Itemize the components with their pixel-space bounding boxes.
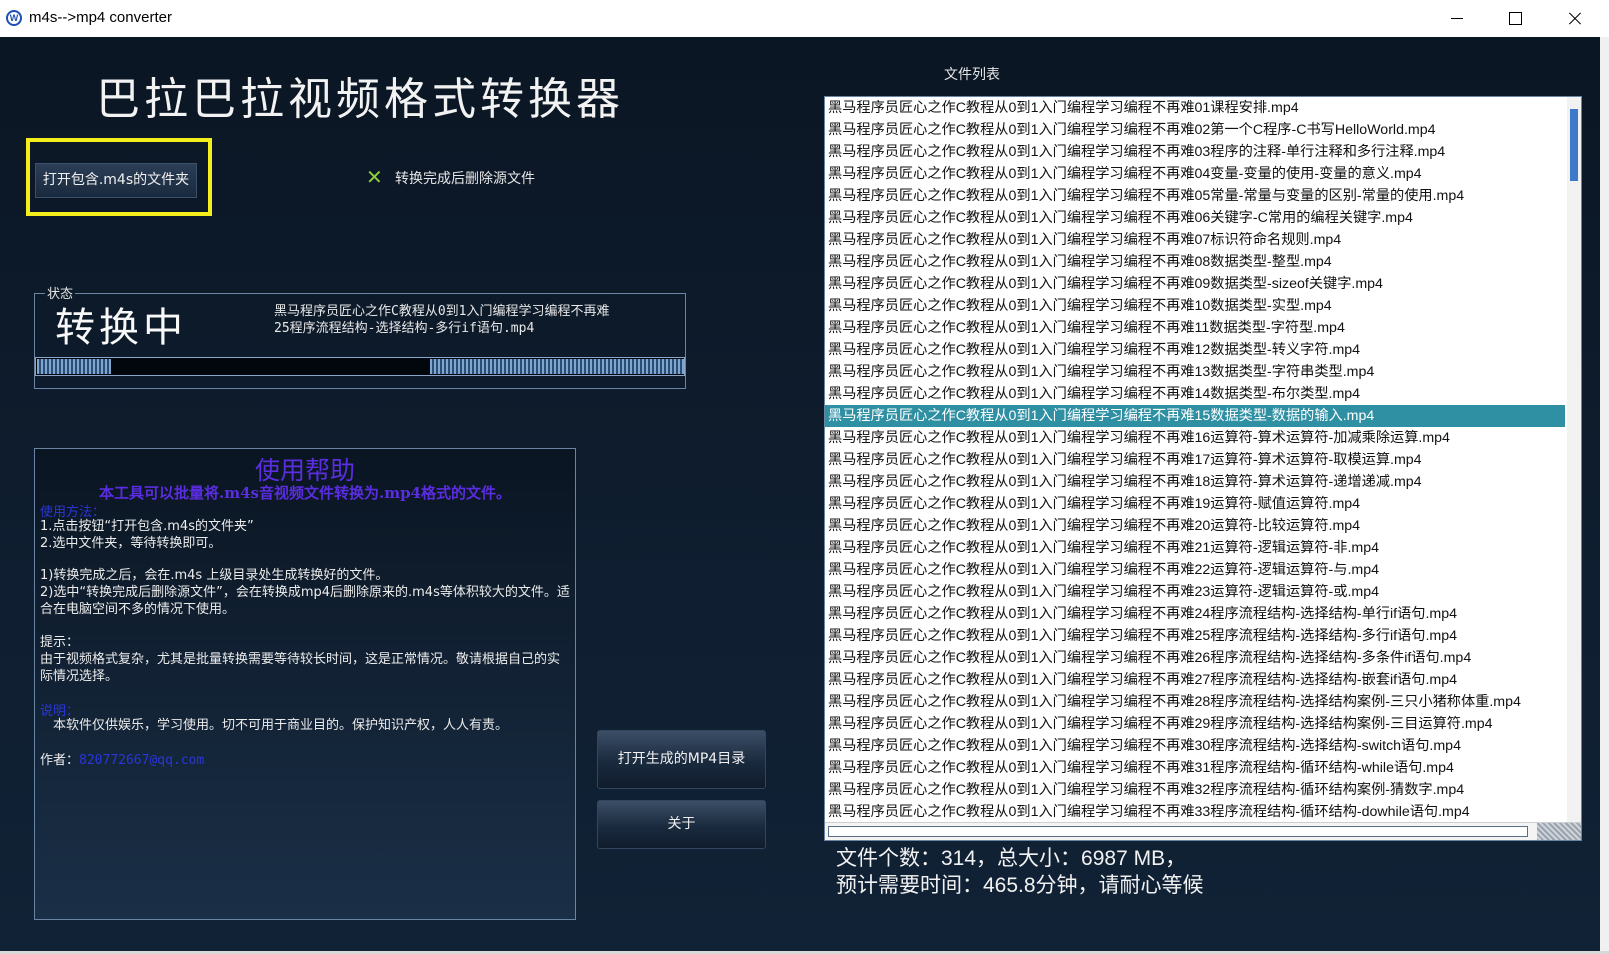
summary-line1: 文件个数：314，总大小：6987 MB， bbox=[836, 847, 1187, 870]
file-list-item[interactable]: 黑马程序员匠心之作C教程从0到1入门编程学习编程不再难29程序流程结构-选择结构… bbox=[825, 713, 1565, 735]
file-list-item[interactable]: 黑马程序员匠心之作C教程从0到1入门编程学习编程不再难04变量-变量的使用-变量… bbox=[825, 163, 1565, 185]
file-list-item[interactable]: 黑马程序员匠心之作C教程从0到1入门编程学习编程不再难01课程安排.mp4 bbox=[825, 97, 1565, 119]
file-list-item[interactable]: 黑马程序员匠心之作C教程从0到1入门编程学习编程不再难22运算符-逻辑运算符-与… bbox=[825, 559, 1565, 581]
file-list-item[interactable]: 黑马程序员匠心之作C教程从0到1入门编程学习编程不再难27程序流程结构-选择结构… bbox=[825, 669, 1565, 691]
file-list-item[interactable]: 黑马程序员匠心之作C教程从0到1入门编程学习编程不再难03程序的注释-单行注释和… bbox=[825, 141, 1565, 163]
help-tip-heading: 提示： bbox=[40, 635, 80, 650]
help-author-label: 作者： bbox=[40, 753, 80, 768]
progress-bar bbox=[35, 357, 685, 376]
file-list-item[interactable]: 黑马程序员匠心之作C教程从0到1入门编程学习编程不再难33程序流程结构-循环结构… bbox=[825, 801, 1565, 823]
app-title: 巴拉巴拉视频格式转换器 bbox=[96, 74, 624, 125]
file-list-item[interactable]: 黑马程序员匠心之作C教程从0到1入门编程学习编程不再难21运算符-逻辑运算符-非… bbox=[825, 537, 1565, 559]
vertical-scrollbar[interactable] bbox=[1567, 97, 1581, 840]
file-list-item[interactable]: 黑马程序员匠心之作C教程从0到1入门编程学习编程不再难28程序流程结构-选择结构… bbox=[825, 691, 1565, 713]
horizontal-scrollbar[interactable] bbox=[825, 822, 1581, 840]
file-list-item[interactable]: 黑马程序员匠心之作C教程从0到1入门编程学习编程不再难14数据类型-布尔类型.m… bbox=[825, 383, 1565, 405]
file-list-item[interactable]: 黑马程序员匠心之作C教程从0到1入门编程学习编程不再难13数据类型-字符串类型.… bbox=[825, 361, 1565, 383]
horizontal-scroll-thumb[interactable] bbox=[828, 826, 1528, 837]
vertical-scroll-thumb[interactable] bbox=[1570, 109, 1578, 181]
file-list-item[interactable]: 黑马程序员匠心之作C教程从0到1入门编程学习编程不再难20运算符-比较运算符.m… bbox=[825, 515, 1565, 537]
help-note1: 1)转换完成之后，会在.m4s 上级目录处生成转换好的文件。 bbox=[40, 568, 389, 583]
help-notice-text: 本软件仅供娱乐，学习使用。切不可用于商业目的。保护知识产权，人人有责。 bbox=[53, 718, 509, 733]
file-list-item[interactable]: 黑马程序员匠心之作C教程从0到1入门编程学习编程不再难06关键字-C常用的编程关… bbox=[825, 207, 1565, 229]
file-list-item[interactable]: 黑马程序员匠心之作C教程从0到1入门编程学习编程不再难11数据类型-字符型.mp… bbox=[825, 317, 1565, 339]
summary-line2: 预计需要时间：465.8分钟，请耐心等候 bbox=[836, 874, 1204, 897]
file-list-item[interactable]: 黑马程序员匠心之作C教程从0到1入门编程学习编程不再难23运算符-逻辑运算符-或… bbox=[825, 581, 1565, 603]
help-subtitle: 本工具可以批量将.m4s音视频文件转换为.mp4格式的文件。 bbox=[99, 484, 511, 502]
about-button[interactable]: 关于 bbox=[597, 800, 766, 849]
file-list-item[interactable]: 黑马程序员匠心之作C教程从0到1入门编程学习编程不再难02第一个C程序-C书写H… bbox=[825, 119, 1565, 141]
file-list-item[interactable]: 黑马程序员匠心之作C教程从0到1入门编程学习编程不再难08数据类型-整型.mp4 bbox=[825, 251, 1565, 273]
maximize-button[interactable] bbox=[1486, 0, 1544, 37]
window-titlebar: W m4s-->mp4 converter bbox=[0, 0, 1609, 37]
file-list-item[interactable]: 黑马程序员匠心之作C教程从0到1入门编程学习编程不再难19运算符-赋值运算符.m… bbox=[825, 493, 1565, 515]
open-mp4-dir-button[interactable]: 打开生成的MP4目录 bbox=[597, 730, 766, 789]
file-list-item[interactable]: 黑马程序员匠心之作C教程从0到1入门编程学习编程不再难30程序流程结构-选择结构… bbox=[825, 735, 1565, 757]
progress-segment-right bbox=[430, 359, 684, 374]
minimize-button[interactable] bbox=[1428, 0, 1486, 37]
file-list-item[interactable]: 黑马程序员匠心之作C教程从0到1入门编程学习编程不再难24程序流程结构-选择结构… bbox=[825, 603, 1565, 625]
file-list-label: 文件列表 bbox=[944, 67, 1000, 83]
progress-segment-left bbox=[37, 359, 111, 374]
file-list-item[interactable]: 黑马程序员匠心之作C教程从0到1入门编程学习编程不再难25程序流程结构-选择结构… bbox=[825, 625, 1565, 647]
file-list-item[interactable]: 黑马程序员匠心之作C教程从0到1入门编程学习编程不再难05常量-常量与变量的区别… bbox=[825, 185, 1565, 207]
window-title: m4s-->mp4 converter bbox=[29, 9, 172, 26]
file-list-item[interactable]: 黑马程序员匠心之作C教程从0到1入门编程学习编程不再难32程序流程结构-循环结构… bbox=[825, 779, 1565, 801]
open-folder-button[interactable]: 打开包含.m4s的文件夹 bbox=[35, 163, 197, 198]
file-list-item[interactable]: 黑马程序员匠心之作C教程从0到1入门编程学习编程不再难31程序流程结构-循环结构… bbox=[825, 757, 1565, 779]
app-window: 巴拉巴拉视频格式转换器 打开包含.m4s的文件夹 ✕ 转换完成后删除源文件 状态… bbox=[0, 37, 1600, 952]
file-list-rows: 黑马程序员匠心之作C教程从0到1入门编程学习编程不再难01课程安排.mp4 黑马程… bbox=[825, 97, 1581, 823]
file-list-item[interactable]: 黑马程序员匠心之作C教程从0到1入门编程学习编程不再难12数据类型-转义字符.m… bbox=[825, 339, 1565, 361]
help-author: 作者：820772667@qq.com bbox=[40, 752, 570, 769]
help-author-email: 820772667@qq.com bbox=[79, 753, 205, 768]
current-file: 黑马程序员匠心之作C教程从0到1入门编程学习编程不再难 25程序流程结构-选择结… bbox=[274, 303, 674, 337]
help-note2: 2)选中“转换完成后删除源文件”，会在转换成mp4后删除原来的.m4s等体积较大… bbox=[40, 585, 570, 617]
status-state: 转换中 bbox=[55, 305, 187, 351]
file-list-item[interactable]: 黑马程序员匠心之作C教程从0到1入门编程学习编程不再难26程序流程结构-选择结构… bbox=[825, 647, 1565, 669]
current-file-line1: 黑马程序员匠心之作C教程从0到1入门编程学习编程不再难 bbox=[274, 304, 610, 319]
help-tip-text: 由于视频格式复杂，尤其是批量转换需要等待较长时间，这是正常情况。敬请根据自己的实… bbox=[40, 652, 561, 684]
file-list-item[interactable]: 黑马程序员匠心之作C教程从0到1入门编程学习编程不再难17运算符-算术运算符-取… bbox=[825, 449, 1565, 471]
delete-source-checkbox-label[interactable]: 转换完成后删除源文件 bbox=[395, 168, 535, 188]
file-list-item[interactable]: 黑马程序员匠心之作C教程从0到1入门编程学习编程不再难10数据类型-实型.mp4 bbox=[825, 295, 1565, 317]
file-list-item[interactable]: 黑马程序员匠心之作C教程从0到1入门编程学习编程不再难07标识符命名规则.mp4 bbox=[825, 229, 1565, 251]
help-step2: 2.选中文件夹，等待转换即可。 bbox=[40, 536, 222, 551]
close-button[interactable] bbox=[1545, 0, 1603, 37]
summary: 文件个数：314，总大小：6987 MB， 预计需要时间：465.8分钟，请耐心… bbox=[836, 845, 1204, 899]
help-panel: 使用帮助 本工具可以批量将.m4s音视频文件转换为.mp4格式的文件。 使用方法… bbox=[34, 448, 576, 920]
vw-logo-icon: W bbox=[6, 10, 22, 26]
scrollbar-corner bbox=[1537, 823, 1581, 840]
file-list-item[interactable]: 黑马程序员匠心之作C教程从0到1入门编程学习编程不再难16运算符-算术运算符-加… bbox=[825, 427, 1565, 449]
file-list-item[interactable]: 黑马程序员匠心之作C教程从0到1入门编程学习编程不再难15数据类型-数据的输入.… bbox=[825, 405, 1565, 427]
file-list-item[interactable]: 黑马程序员匠心之作C教程从0到1入门编程学习编程不再难09数据类型-sizeof… bbox=[825, 273, 1565, 295]
file-list[interactable]: 黑马程序员匠心之作C教程从0到1入门编程学习编程不再难01课程安排.mp4 黑马程… bbox=[824, 96, 1582, 841]
current-file-line2: 25程序流程结构-选择结构-多行if语句.mp4 bbox=[274, 321, 535, 336]
help-step1: 1.点击按钮“打开包含.m4s的文件夹” bbox=[40, 519, 254, 534]
checkmark-icon[interactable]: ✕ bbox=[366, 167, 386, 187]
file-list-item[interactable]: 黑马程序员匠心之作C教程从0到1入门编程学习编程不再难18运算符-算术运算符-递… bbox=[825, 471, 1565, 493]
window-right-edge bbox=[1600, 37, 1609, 952]
